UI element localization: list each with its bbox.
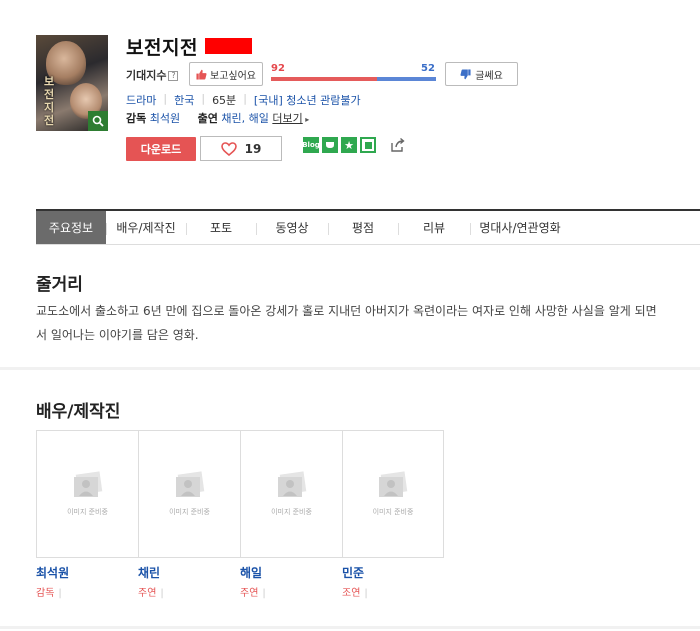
cast-card[interactable]: 이미지 준비중 해일 주연 | bbox=[240, 430, 342, 599]
cast-card[interactable]: 이미지 준비중 채린 주연 | bbox=[138, 430, 240, 599]
heart-icon bbox=[220, 141, 237, 156]
synopsis-text: 교도소에서 출소하고 6년 만에 집으로 돌아온 강세가 홀로 지내던 아버지가… bbox=[36, 304, 657, 342]
want-to-see-button[interactable]: 보고싶어요 bbox=[189, 62, 263, 86]
thumbs-down-icon bbox=[460, 68, 471, 79]
blog-share-icon[interactable]: Blog bbox=[302, 137, 320, 153]
more-link[interactable]: 더보기 bbox=[272, 112, 302, 125]
like-button[interactable]: 19 bbox=[200, 136, 282, 161]
cast-role: 주연 | bbox=[138, 588, 164, 599]
cast-label: 출연 bbox=[197, 112, 218, 125]
photo-placeholder[interactable]: 이미지 준비중 bbox=[240, 430, 342, 558]
country[interactable]: 한국 bbox=[174, 92, 194, 108]
placeholder-text: 이미지 준비중 bbox=[372, 508, 414, 516]
photo-placeholder[interactable]: 이미지 준비중 bbox=[342, 430, 444, 558]
share-icon[interactable] bbox=[390, 137, 406, 153]
not-sure-label: 글쎄요 bbox=[475, 70, 503, 82]
director-label: 감독 bbox=[126, 112, 147, 125]
cast-name[interactable]: 민준 bbox=[342, 564, 444, 581]
cast-name[interactable]: 해일 bbox=[240, 564, 342, 581]
movie-poster[interactable]: 보전지전 bbox=[36, 35, 108, 131]
thumbs-up-icon bbox=[196, 69, 207, 80]
placeholder-text: 이미지 준비중 bbox=[169, 508, 210, 516]
movie-tabs: 주요정보 배우/제작진 포토 동영상 평점 리뷰 명대사/연관영화 bbox=[36, 209, 700, 245]
movie-meta: 드라마 | 한국 | 65분 | [국내] 청소년 관람불가 bbox=[126, 92, 361, 108]
cast-role: 주연 | bbox=[240, 588, 266, 599]
synopsis-heading: 줄거리 bbox=[36, 275, 83, 295]
photo-placeholder[interactable]: 이미지 준비중 bbox=[36, 430, 138, 558]
section-divider bbox=[0, 367, 700, 370]
cast-list: 이미지 준비중 최석원 감독 | 이미지 준비중 채린 주연 | 이미지 준비중 해… bbox=[36, 430, 444, 599]
star-share-icon[interactable]: ★ bbox=[341, 137, 357, 153]
cast-name[interactable]: 채린 bbox=[138, 564, 240, 581]
download-button[interactable]: 다운로드 bbox=[126, 137, 196, 161]
section-divider bbox=[0, 626, 700, 629]
genre[interactable]: 드라마 bbox=[126, 92, 156, 108]
image-placeholder-icon bbox=[175, 471, 204, 497]
sns-share-group: Blog ★ bbox=[302, 137, 376, 153]
image-placeholder-icon bbox=[73, 471, 102, 497]
censor-bar bbox=[205, 38, 252, 54]
expectation-label: 기대지수? bbox=[126, 67, 179, 83]
want-score: 92 bbox=[271, 63, 285, 74]
not-sure-button[interactable]: 글쎄요 bbox=[445, 62, 518, 86]
zoom-icon[interactable] bbox=[88, 111, 108, 131]
chevron-right-icon: ▸ bbox=[302, 115, 310, 124]
expectation-gauge-fill bbox=[271, 77, 377, 81]
cast-link[interactable]: 채린, 해일 bbox=[221, 112, 268, 125]
poster-title-text: 보전지전 bbox=[44, 75, 55, 127]
want-to-see-label: 보고싶어요 bbox=[210, 70, 256, 82]
cafe-share-icon[interactable] bbox=[322, 137, 338, 153]
cast-role: 조연 | bbox=[342, 588, 368, 599]
age-rating[interactable]: [국내] 청소년 관람불가 bbox=[254, 92, 361, 108]
cast-role: 감독 | bbox=[36, 588, 62, 599]
tab-photo[interactable]: 포토 bbox=[186, 211, 256, 244]
tab-review[interactable]: 리뷰 bbox=[398, 211, 470, 244]
bad-score: 52 bbox=[421, 63, 435, 74]
help-icon[interactable]: ? bbox=[168, 71, 179, 81]
cast-card[interactable]: 이미지 준비중 민준 조연 | bbox=[342, 430, 444, 599]
tab-quotes-related[interactable]: 명대사/연관영화 bbox=[470, 211, 570, 244]
director-link[interactable]: 최석원 bbox=[150, 112, 180, 125]
image-placeholder-icon bbox=[277, 471, 306, 497]
square-share-icon[interactable] bbox=[360, 137, 376, 153]
movie-title: 보전지전 bbox=[126, 37, 198, 59]
cast-name[interactable]: 최석원 bbox=[36, 564, 138, 581]
placeholder-text: 이미지 준비중 bbox=[271, 508, 312, 516]
tab-cast-crew[interactable]: 배우/제작진 bbox=[106, 211, 186, 244]
credits: 감독 최석원 출연 채린, 해일 더보기 ▸ bbox=[126, 110, 309, 126]
tab-main-info[interactable]: 주요정보 bbox=[36, 211, 106, 244]
tab-video[interactable]: 동영상 bbox=[256, 211, 328, 244]
placeholder-text: 이미지 준비중 bbox=[67, 508, 108, 516]
photo-placeholder[interactable]: 이미지 준비중 bbox=[138, 430, 240, 558]
runtime: 65분 bbox=[212, 94, 237, 107]
expectation-gauge bbox=[271, 77, 436, 81]
tab-rating[interactable]: 평점 bbox=[328, 211, 398, 244]
cast-card[interactable]: 이미지 준비중 최석원 감독 | bbox=[36, 430, 138, 599]
expectation-label-text: 기대지수 bbox=[126, 69, 167, 82]
like-count: 19 bbox=[244, 141, 262, 156]
image-placeholder-icon bbox=[379, 471, 408, 497]
cast-heading: 배우/제작진 bbox=[36, 402, 121, 422]
